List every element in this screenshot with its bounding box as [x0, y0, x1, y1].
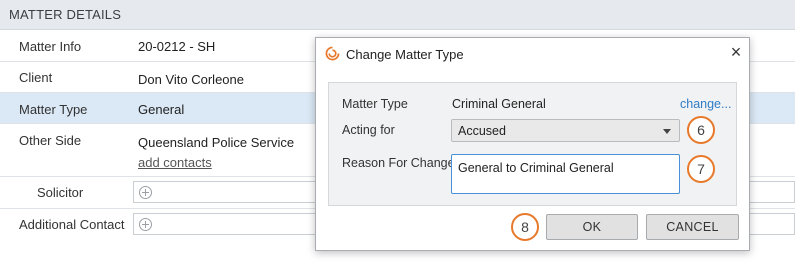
client-value: Don Vito Corleone	[138, 72, 244, 87]
app-logo-icon	[325, 46, 340, 61]
matter-type-value: General	[138, 102, 185, 117]
dialog-form-panel: Matter Type Criminal General change... A…	[328, 82, 737, 206]
section-header: MATTER DETAILS	[0, 0, 795, 30]
section-title: MATTER DETAILS	[9, 7, 122, 22]
acting-for-label: Acting for	[342, 123, 395, 137]
cancel-button[interactable]: CANCEL	[646, 214, 739, 240]
matter-type-field-value: Criminal General	[452, 97, 546, 111]
callout-badge-8: 8	[511, 213, 539, 241]
change-matter-type-dialog: Change Matter Type × Matter Type Crimina…	[315, 37, 750, 251]
dialog-title: Change Matter Type	[346, 47, 464, 62]
chevron-down-icon	[663, 129, 671, 134]
close-icon[interactable]: ×	[726, 42, 746, 62]
other-side-label: Other Side	[19, 133, 82, 148]
other-side-value: Queensland Police Service	[138, 135, 295, 150]
callout-badge-7: 7	[687, 155, 715, 183]
callout-badge-6: 6	[687, 116, 715, 144]
matter-type-label: Matter Type	[19, 102, 88, 117]
ok-button[interactable]: OK	[546, 214, 638, 240]
acting-for-select[interactable]: Accused	[451, 119, 680, 142]
reason-label: Reason For Change	[342, 156, 455, 170]
solicitor-label: Solicitor	[37, 185, 84, 200]
reason-text: General to Criminal General	[458, 161, 614, 175]
matter-info-value: 20-0212 - SH	[138, 39, 216, 54]
additional-contact-label: Additional Contact	[19, 217, 125, 232]
add-circle-icon[interactable]	[139, 218, 152, 231]
reason-textarea[interactable]: General to Criminal General	[451, 154, 680, 194]
acting-for-selected-value: Accused	[458, 124, 506, 138]
matter-type-field-label: Matter Type	[342, 97, 408, 111]
add-circle-icon[interactable]	[139, 186, 152, 199]
client-label: Client	[19, 70, 53, 85]
matter-info-label: Matter Info	[19, 39, 82, 54]
add-contacts-link[interactable]: add contacts	[138, 155, 212, 170]
change-link[interactable]: change...	[680, 97, 731, 111]
